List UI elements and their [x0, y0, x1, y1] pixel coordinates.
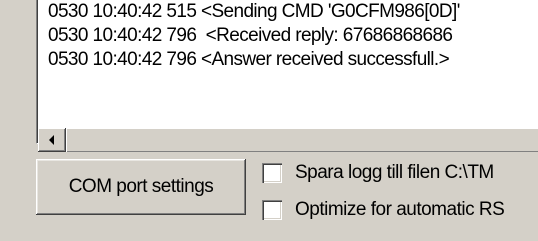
- scroll-left-button[interactable]: [38, 128, 66, 152]
- optimize-label: Optimize for automatic RS: [295, 199, 505, 220]
- log-line: 0530 10:40:42 796 <Answer received succe…: [48, 49, 450, 70]
- optimize-checkbox[interactable]: [262, 200, 282, 220]
- save-log-checkbox[interactable]: [262, 163, 282, 183]
- scroll-thumb[interactable]: [66, 128, 538, 152]
- log-lines: 0530 10:40:42 515 <Sending CMD 'G0CFM986…: [48, 0, 460, 72]
- log-line: 0530 10:40:42 515 <Sending CMD 'G0CFM986…: [48, 1, 460, 22]
- save-log-option[interactable]: Spara logg till filen C:\TM: [262, 162, 494, 184]
- save-log-label: Spara logg till filen C:\TM: [295, 162, 494, 183]
- optimize-option[interactable]: Optimize for automatic RS: [262, 199, 505, 221]
- horizontal-scrollbar[interactable]: [38, 128, 538, 152]
- left-arrow-icon: [49, 135, 54, 145]
- log-listbox[interactable]: 0530 10:40:42 515 <Sending CMD 'G0CFM986…: [36, 0, 538, 144]
- log-line: 0530 10:40:42 796 <Received reply: 67686…: [48, 25, 453, 46]
- com-port-settings-button[interactable]: COM port settings: [36, 159, 246, 215]
